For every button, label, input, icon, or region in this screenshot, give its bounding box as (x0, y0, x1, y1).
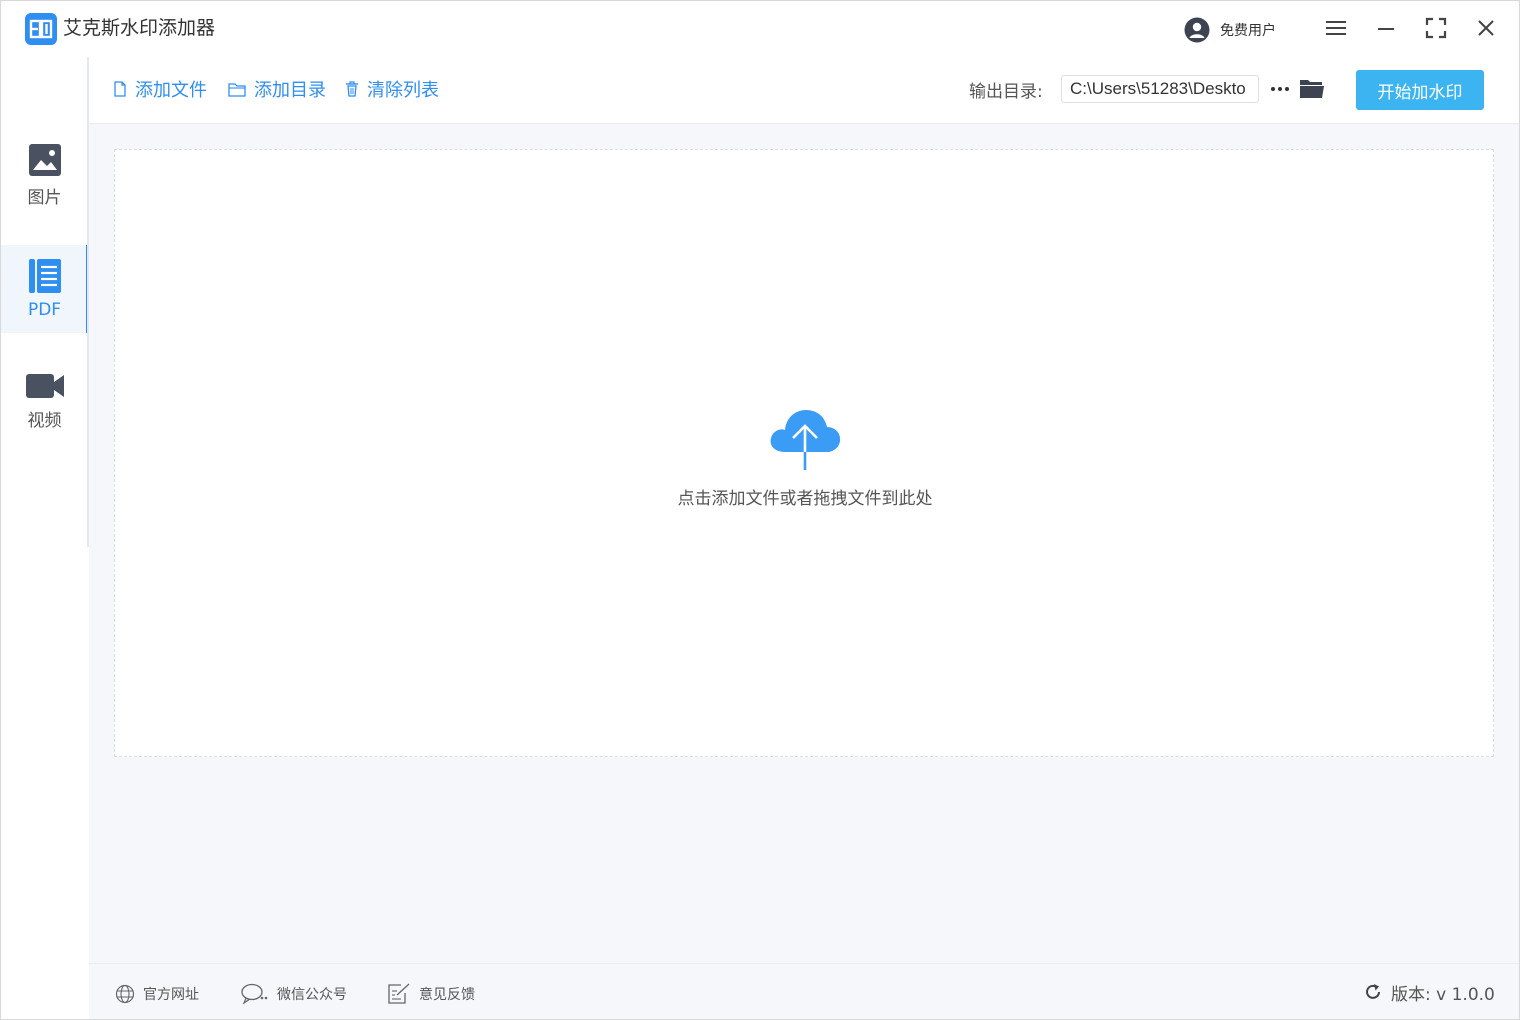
sidebar-item-image[interactable]: 图片 (1, 131, 88, 219)
official-website-label: 官方网址 (143, 987, 199, 1003)
app-window: 艾克斯水印添加器 免费用户 图片 PDF 视频 添加文件 添加目录 清除列表 输… (0, 0, 1520, 1020)
output-dir-label: 输出目录: (969, 82, 1043, 102)
more-dots-icon (1271, 87, 1289, 91)
video-camera-icon (25, 373, 64, 398)
user-label: 免费用户 (1220, 23, 1276, 39)
version-info[interactable]: 版本: v 1.0.0 (1363, 980, 1495, 1005)
edit-feedback-icon (388, 983, 410, 1004)
wechat-account-label: 微信公众号 (277, 987, 347, 1003)
start-watermark-button[interactable]: 开始加水印 (1356, 70, 1484, 110)
menu-icon (1326, 21, 1346, 35)
file-icon (114, 81, 126, 97)
toolbar: 添加文件 添加目录 清除列表 输出目录: C:\Users\51283\Desk… (89, 57, 1519, 124)
maximize-icon (1425, 17, 1447, 39)
close-button[interactable] (1473, 15, 1499, 41)
footer: 官方网址 微信公众号 意见反馈 版本: v 1.0.0 (89, 963, 1519, 1019)
app-title: 艾克斯水印添加器 (63, 17, 216, 39)
add-folder-label: 添加目录 (254, 80, 326, 101)
user-avatar-icon (1184, 17, 1210, 43)
sidebar: 图片 PDF 视频 (1, 57, 89, 1019)
feedback-label: 意见反馈 (419, 987, 475, 1003)
image-icon (28, 143, 61, 176)
menu-button[interactable] (1323, 15, 1349, 41)
file-drop-zone[interactable]: 点击添加文件或者拖拽文件到此处 (114, 149, 1494, 757)
sidebar-item-label: PDF (27, 300, 62, 320)
wechat-account-link[interactable]: 微信公众号 (241, 982, 347, 1006)
clear-list-button[interactable]: 清除列表 (345, 76, 439, 102)
sidebar-item-label: 视频 (27, 410, 62, 431)
globe-icon (115, 984, 135, 1004)
wechat-chat-icon (241, 983, 268, 1005)
minimize-button[interactable] (1373, 15, 1399, 41)
document-icon (28, 259, 61, 293)
folder-outline-icon (228, 82, 246, 97)
output-dir-field[interactable]: C:\Users\51283\Deskto (1061, 75, 1259, 103)
official-website-link[interactable]: 官方网址 (115, 982, 199, 1006)
trash-icon (346, 81, 358, 97)
sidebar-item-label: 图片 (27, 187, 62, 208)
add-file-button[interactable]: 添加文件 (113, 76, 207, 102)
minimize-icon (1378, 28, 1394, 30)
feedback-link[interactable]: 意见反馈 (387, 982, 475, 1006)
drop-zone-text: 点击添加文件或者拖拽文件到此处 (677, 489, 933, 509)
refresh-icon (1366, 984, 1380, 999)
sidebar-item-video[interactable]: 视频 (1, 357, 88, 445)
app-logo-icon (25, 13, 57, 45)
maximize-button[interactable] (1423, 15, 1449, 41)
add-folder-button[interactable]: 添加目录 (228, 76, 326, 102)
folder-icon (1300, 80, 1324, 98)
open-folder-button[interactable] (1299, 77, 1327, 101)
cloud-upload-icon (770, 410, 841, 470)
add-file-label: 添加文件 (135, 80, 207, 101)
sidebar-item-pdf[interactable]: PDF (1, 245, 89, 333)
title-bar: 艾克斯水印添加器 免费用户 (1, 1, 1519, 57)
clear-list-label: 清除列表 (367, 80, 439, 101)
user-account[interactable]: 免费用户 (1184, 17, 1276, 43)
main-panel: 添加文件 添加目录 清除列表 输出目录: C:\Users\51283\Desk… (89, 57, 1519, 1019)
version-label: 版本: v 1.0.0 (1391, 984, 1495, 1005)
close-icon (1478, 20, 1494, 36)
browse-more-button[interactable] (1269, 77, 1291, 101)
